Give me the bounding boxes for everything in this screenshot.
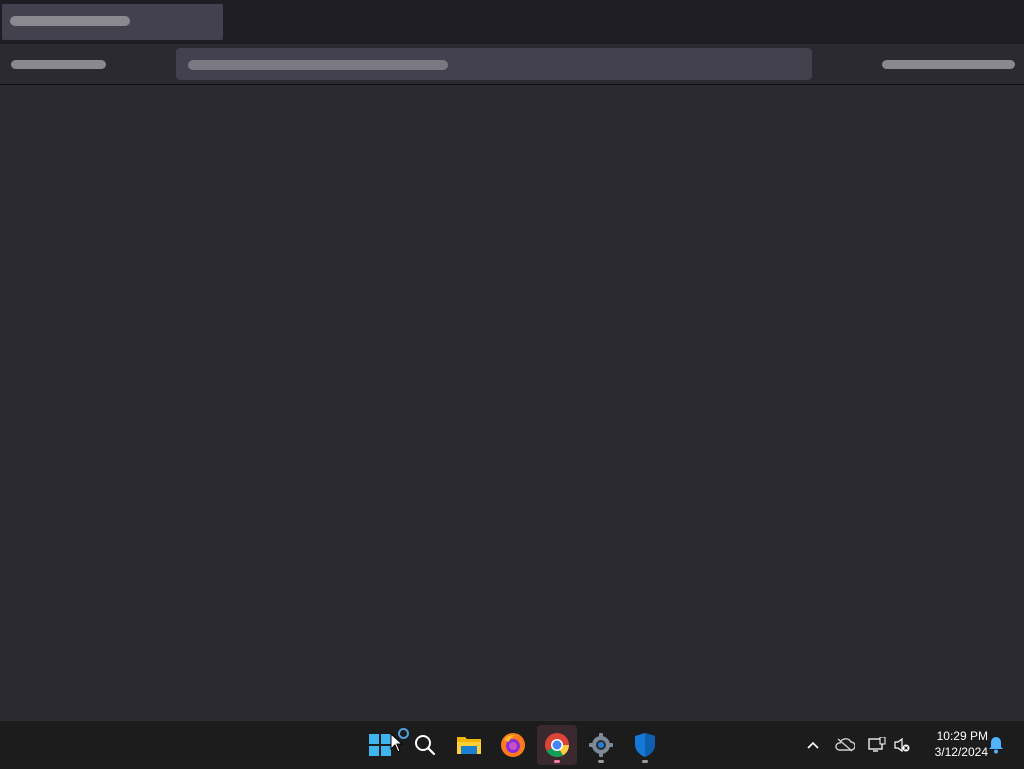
chevron-up-icon bbox=[807, 741, 819, 749]
volume-muted-icon bbox=[894, 737, 910, 753]
firefox-icon bbox=[501, 733, 525, 757]
shield-icon bbox=[635, 733, 655, 757]
onedrive-button[interactable] bbox=[833, 731, 857, 759]
onedrive-offline-icon bbox=[835, 738, 855, 752]
windows-logo-icon bbox=[369, 734, 391, 756]
toolbar-left-placeholder bbox=[11, 60, 106, 69]
firefox-button[interactable] bbox=[493, 725, 533, 765]
folder-icon bbox=[457, 737, 481, 754]
show-hidden-icons-button[interactable] bbox=[801, 731, 825, 759]
clock-date: 3/12/2024 bbox=[934, 745, 988, 759]
search-icon bbox=[415, 735, 436, 756]
file-explorer-button[interactable] bbox=[449, 725, 489, 765]
browser-toolbar bbox=[0, 44, 1024, 85]
running-indicator bbox=[642, 760, 648, 763]
running-indicator bbox=[598, 760, 604, 763]
url-placeholder bbox=[188, 60, 448, 70]
clock-time: 10:29 PM bbox=[936, 729, 988, 743]
gear-icon bbox=[589, 733, 613, 757]
taskbar: 10:29 PM 3/12/2024 bbox=[0, 720, 1024, 769]
browser-tab-strip bbox=[0, 0, 1024, 44]
toolbar-right-placeholder bbox=[882, 60, 1015, 69]
chrome-button[interactable] bbox=[537, 725, 577, 765]
address-bar[interactable] bbox=[176, 48, 812, 80]
running-indicator bbox=[554, 760, 560, 763]
mouse-cursor-icon bbox=[390, 733, 404, 753]
windows-security-button[interactable] bbox=[625, 725, 665, 765]
volume-button[interactable] bbox=[890, 731, 914, 759]
browser-tab[interactable] bbox=[2, 4, 223, 40]
network-button[interactable] bbox=[865, 731, 889, 759]
notifications-button[interactable] bbox=[984, 731, 1008, 759]
system-clock[interactable]: 10:29 PM 3/12/2024 bbox=[918, 728, 988, 764]
bell-icon bbox=[989, 737, 1003, 754]
network-icon bbox=[868, 737, 886, 752]
search-button[interactable] bbox=[405, 725, 445, 765]
page-content bbox=[0, 85, 1024, 720]
chrome-icon bbox=[545, 733, 569, 758]
tab-title-placeholder bbox=[10, 16, 130, 26]
settings-button[interactable] bbox=[581, 725, 621, 765]
